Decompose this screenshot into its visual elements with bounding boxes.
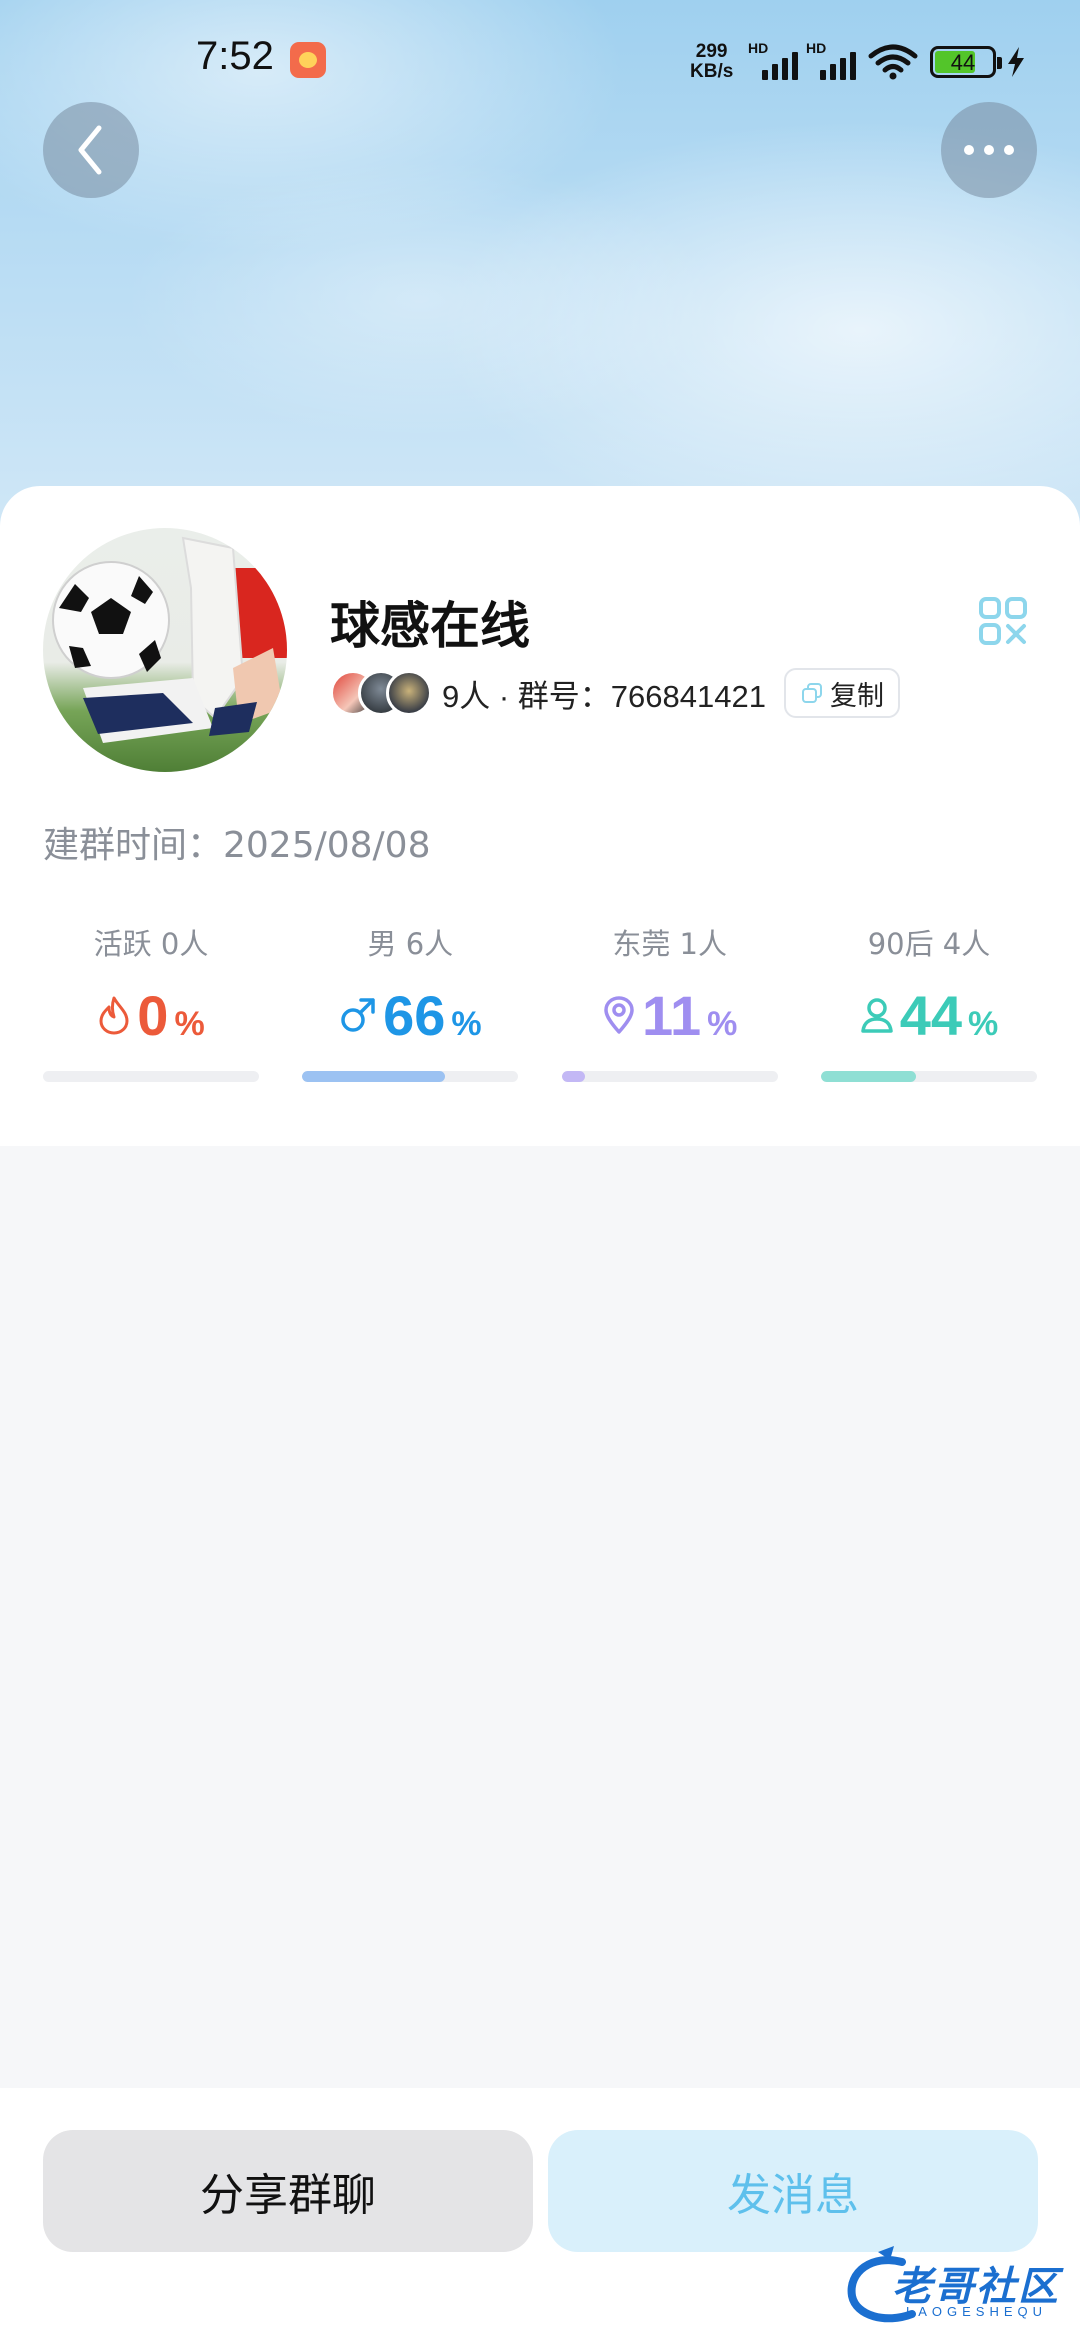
charging-icon: [1008, 47, 1024, 77]
copy-label: 复制: [829, 680, 884, 712]
stats-row: 活跃 0人 0 % 男 6人 66 % 东莞 1人 11 % 90后 4人 44…: [43, 921, 1037, 1082]
more-dots-icon: [964, 145, 1014, 155]
flame-icon: [99, 996, 129, 1035]
person-icon: [860, 998, 893, 1033]
more-button[interactable]: [941, 102, 1037, 198]
stat-progress-bar: [561, 1071, 586, 1082]
status-time: 7:52: [196, 34, 274, 78]
member-avatars[interactable]: [330, 670, 434, 716]
send-message-button[interactable]: 发消息: [548, 2130, 1038, 2252]
stat-number: 0: [137, 984, 169, 1047]
copy-icon: [801, 683, 822, 703]
group-avatar[interactable]: [43, 528, 287, 772]
group-avatar-image: [52, 536, 287, 743]
stat-label: 男 6人: [367, 927, 454, 961]
stat-progress-bar: [302, 1071, 445, 1082]
wifi-icon: [868, 44, 918, 80]
copy-group-id-button[interactable]: 复制: [783, 668, 900, 718]
stat-progress-track: [561, 1071, 778, 1082]
male-icon: [341, 998, 375, 1032]
member-avatar: [386, 670, 432, 716]
battery-icon: 44: [930, 46, 1002, 78]
watermark: 老哥社区 LAOGESHEQU: [842, 2244, 1068, 2330]
stat-label: 东莞 1人: [612, 927, 727, 961]
stat-progress-track: [820, 1071, 1037, 1082]
battery-level: 44: [950, 50, 976, 75]
signal-1-icon: HD: [748, 40, 804, 80]
back-button[interactable]: [43, 102, 139, 198]
member-row: 9人 · 群号：766841421 复制: [330, 668, 900, 718]
stat-label: 活跃 0人: [93, 927, 209, 961]
app-notification-icon: [290, 42, 326, 78]
stat-number: 11: [641, 984, 702, 1047]
stat-progress-track: [43, 1071, 259, 1082]
stat-unit: %: [451, 1005, 482, 1043]
stat-number: 44: [899, 984, 963, 1047]
network-speed-value: 299: [695, 41, 728, 62]
network-speed: 299 KB/s: [690, 42, 733, 82]
group-info-card: 球感在线 9人 · 群号：766841421 复制 建群时间：2025/08/0…: [0, 486, 1080, 1146]
stat-value: 66 %: [302, 983, 518, 1047]
stat-value: 44 %: [821, 983, 1037, 1047]
stat-unit: %: [968, 1005, 999, 1043]
signal-2-icon: HD: [806, 40, 862, 80]
network-speed-unit: KB/s: [690, 61, 734, 82]
stat-male[interactable]: 男 6人 66 %: [302, 921, 519, 1082]
created-date: 建群时间：2025/08/08: [43, 825, 431, 866]
location-pin-icon: [604, 996, 634, 1034]
chevron-left-icon: [78, 125, 102, 175]
group-name: 球感在线: [330, 597, 530, 655]
status-bar: 7:52 299 KB/s HD HD 44: [0, 0, 1080, 120]
stat-unit: %: [707, 1005, 738, 1043]
stat-location[interactable]: 东莞 1人 11 %: [561, 921, 778, 1082]
member-count-and-group-id: 9人 · 群号：766841421: [442, 678, 766, 714]
stat-label: 90后 4人: [867, 927, 991, 961]
watermark-subtext: LAOGESHEQU: [906, 2304, 1048, 2319]
stat-number: 66: [383, 984, 446, 1047]
stat-active[interactable]: 活跃 0人 0 %: [43, 921, 259, 1082]
stat-value: 11 %: [562, 983, 778, 1047]
stat-progress-track: [302, 1071, 519, 1082]
stat-age[interactable]: 90后 4人 44 %: [820, 921, 1037, 1082]
stat-unit: %: [174, 1005, 205, 1043]
share-group-button[interactable]: 分享群聊: [43, 2130, 533, 2252]
stat-value: 0 %: [43, 983, 259, 1047]
qr-code-icon[interactable]: [978, 596, 1028, 646]
stat-progress-bar: [820, 1071, 917, 1082]
